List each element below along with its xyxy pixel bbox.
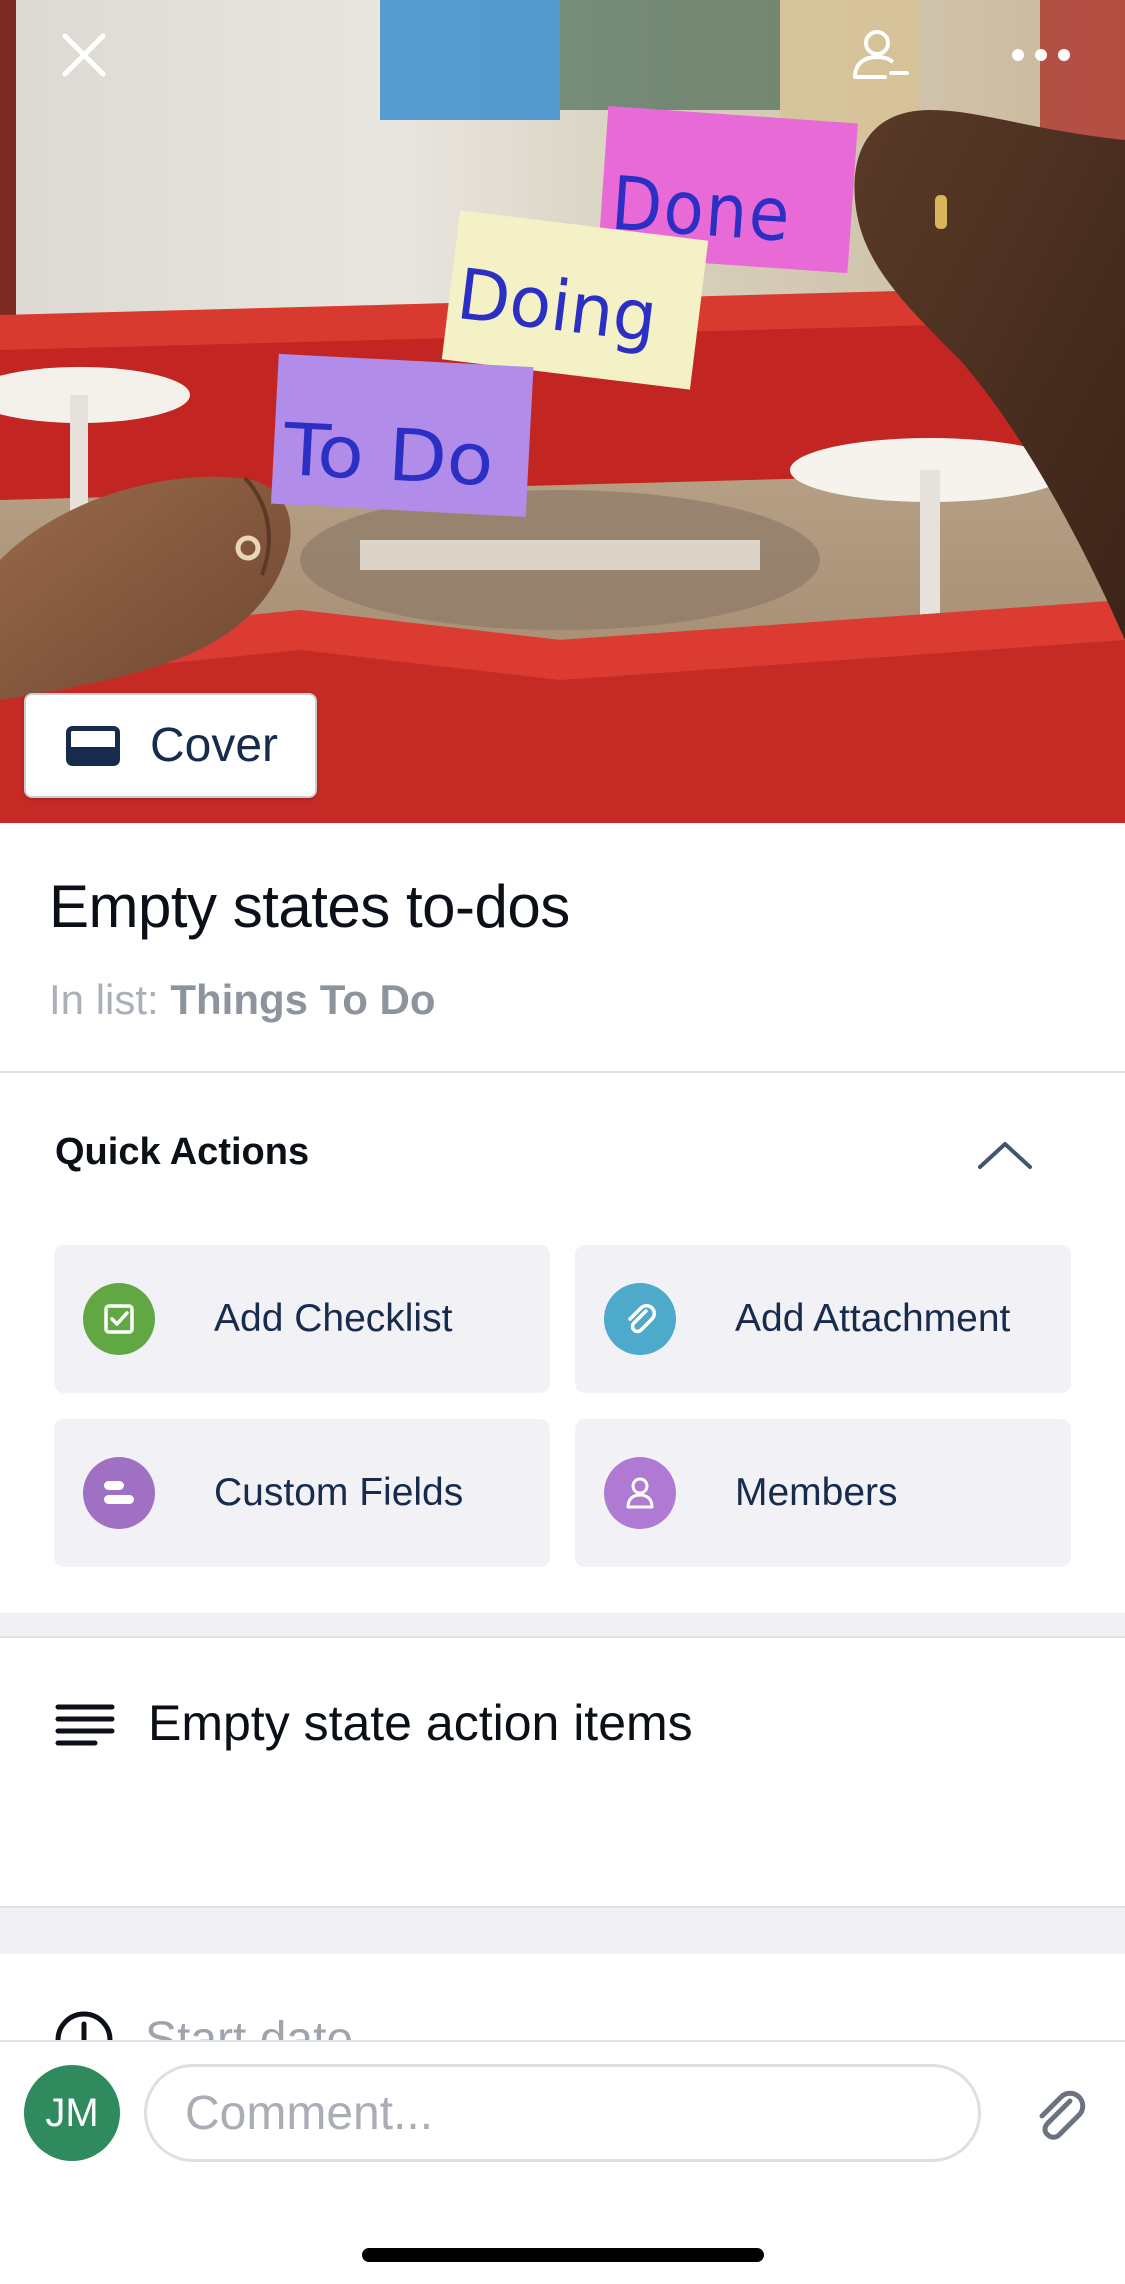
attach-button[interactable]: [1020, 2075, 1100, 2155]
custom-fields-button[interactable]: Custom Fields: [54, 1419, 550, 1567]
cover-image[interactable]: Done Doing To Do Cover: [0, 0, 1125, 823]
svg-text:To Do: To Do: [281, 407, 496, 502]
member-icon: [604, 1457, 676, 1529]
more-options-button[interactable]: [996, 10, 1086, 100]
paperclip-icon: [604, 1283, 676, 1355]
remove-member-icon: [853, 30, 909, 79]
close-icon: [62, 33, 106, 77]
leave-card-button[interactable]: [836, 10, 926, 100]
members-label: Members: [735, 1471, 898, 1514]
card-list-info[interactable]: In list: Things To Do: [49, 976, 436, 1024]
avatar[interactable]: JM: [24, 2065, 120, 2161]
chevron-up-icon: [978, 1142, 1032, 1169]
comment-input[interactable]: [144, 2064, 981, 2162]
add-attachment-label: Add Attachment: [735, 1297, 1011, 1340]
section-separator: [0, 1613, 1125, 1637]
divider: [0, 1636, 1125, 1638]
cover-button-label: Cover: [150, 719, 279, 772]
cover-icon: [66, 725, 120, 766]
checklist-icon: [83, 1283, 155, 1355]
list-prefix: In list:: [49, 976, 159, 1023]
add-attachment-button[interactable]: Add Attachment: [575, 1245, 1071, 1393]
paperclip-icon: [1039, 2090, 1086, 2140]
card-description[interactable]: Empty state action items: [148, 1694, 693, 1752]
sticky-note-todo: To Do: [270, 353, 534, 517]
description-icon: [55, 1704, 115, 1746]
more-horizontal-icon: [1012, 49, 1070, 61]
quick-actions-title: Quick Actions: [55, 1131, 310, 1173]
clock-icon: [55, 2011, 113, 2040]
add-checklist-label: Add Checklist: [214, 1297, 453, 1340]
start-date-row[interactable]: Start date: [0, 1950, 1125, 2040]
section-separator: [0, 1908, 1125, 1954]
custom-fields-icon: [83, 1457, 155, 1529]
cover-button[interactable]: Cover: [24, 693, 317, 798]
quick-actions-collapse-button[interactable]: [970, 1120, 1040, 1190]
home-indicator: [362, 2248, 764, 2262]
card-title[interactable]: Empty states to-dos: [49, 872, 570, 941]
sticky-note-doing: Doing: [441, 210, 709, 390]
add-checklist-button[interactable]: Add Checklist: [54, 1245, 550, 1393]
list-name: Things To Do: [170, 976, 436, 1023]
start-date-label: Start date: [145, 2013, 354, 2040]
close-button[interactable]: [39, 10, 129, 100]
members-button[interactable]: Members: [575, 1419, 1071, 1567]
custom-fields-label: Custom Fields: [214, 1471, 464, 1514]
divider: [0, 1071, 1125, 1073]
